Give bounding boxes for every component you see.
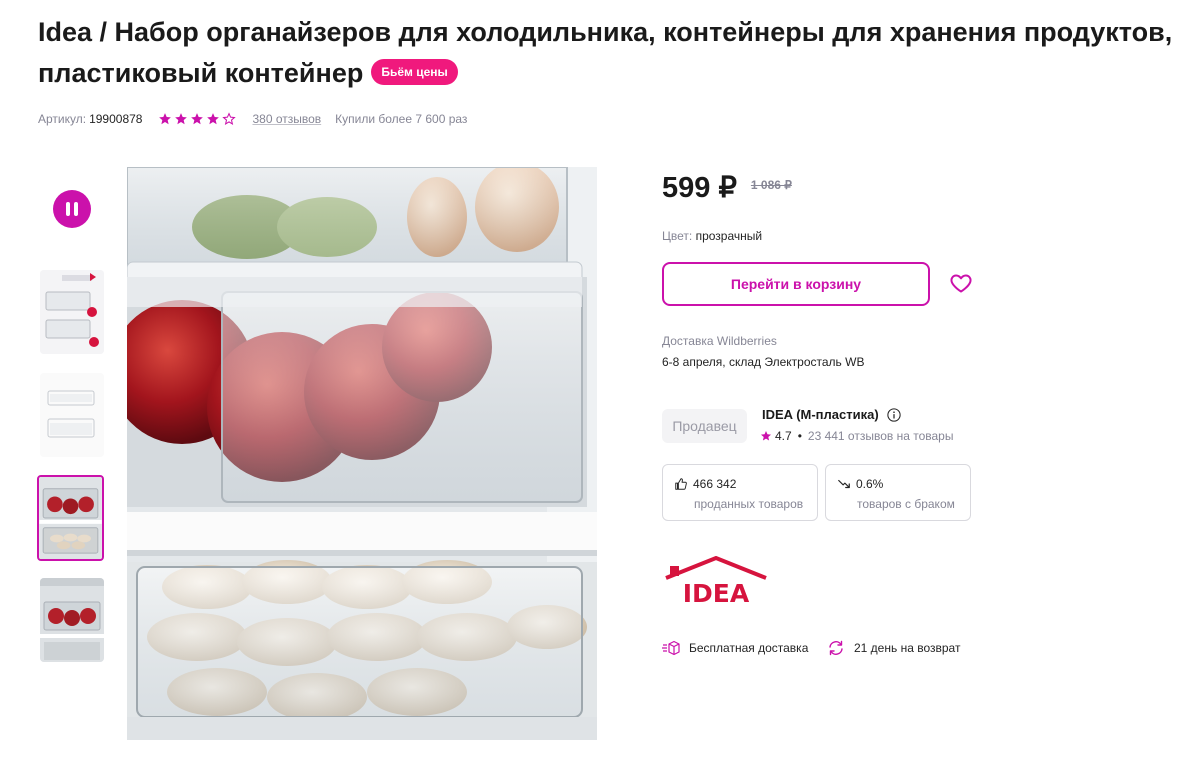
reviews-link[interactable]: 380 отзывов <box>252 112 321 126</box>
product-meta: Артикул: 19900878 380 отзывов Купили бол… <box>38 110 467 128</box>
delivery-label: Доставка Wildberries <box>662 334 777 348</box>
article-label: Артикул: <box>38 112 87 126</box>
thumbnail-image <box>39 477 102 559</box>
seller-reviews: 23 441 отзывов на товары <box>807 429 954 443</box>
old-price: 1 086 ₽ <box>750 178 792 192</box>
defect-stat-card: 0.6% товаров с браком <box>825 464 971 521</box>
info-icon[interactable] <box>887 407 901 422</box>
free-delivery-feature: Бесплатная доставка <box>662 640 808 656</box>
bought-count: Купили более 7 600 раз <box>335 112 468 126</box>
seller-tag: Продавец <box>662 409 747 443</box>
seller-rating-value: 4.7 <box>775 429 792 443</box>
rating-stars <box>158 112 237 126</box>
thumbnail-image <box>40 373 104 457</box>
gallery-thumbnail[interactable] <box>40 578 104 662</box>
delivery-box-icon <box>662 640 680 656</box>
pause-icon <box>66 202 70 216</box>
sold-value: 466 342 <box>693 477 737 491</box>
gallery-thumbnail-active[interactable] <box>37 475 104 561</box>
heart-icon[interactable] <box>949 271 973 295</box>
product-title: Idea / Набор органайзеров для холодильни… <box>38 12 1198 94</box>
seller-name-text[interactable]: IDEA (М-пластика) <box>762 407 879 422</box>
color-value: прозрачный <box>695 229 763 243</box>
thumbnail-image <box>40 578 104 662</box>
brand-logo-text: IDEA <box>683 579 750 604</box>
star-filled-icon <box>159 113 172 125</box>
pause-button[interactable] <box>53 190 91 228</box>
defect-label: товаров с браком <box>857 497 955 511</box>
seller-rating: 4.7 • 23 441 отзывов на товары <box>760 429 953 443</box>
current-price: 599 ₽ <box>662 172 737 204</box>
product-title-text: Idea / Набор органайзеров для холодильни… <box>38 17 1173 88</box>
color-info: Цвет: прозрачный <box>662 229 762 243</box>
product-photo <box>127 167 597 740</box>
sold-label: проданных товаров <box>694 497 804 511</box>
gallery-thumbnail[interactable] <box>40 270 104 354</box>
color-label: Цвет: <box>662 229 693 243</box>
return-feature: 21 день на возврат <box>827 640 960 656</box>
delivery-date: 6-8 апреля, склад Электросталь WB <box>662 355 865 369</box>
star-filled-icon <box>191 113 204 125</box>
return-text: 21 день на возврат <box>854 641 961 655</box>
return-arrows-icon <box>829 640 843 656</box>
trend-down-icon <box>838 479 850 489</box>
price-block: 599 ₽ 1 086 ₽ <box>662 170 792 205</box>
thumbnail-image <box>40 270 104 354</box>
brand-logo[interactable]: IDEA <box>661 556 771 604</box>
free-delivery-text: Бесплатная доставка <box>689 641 809 655</box>
star-filled-icon <box>175 113 188 125</box>
go-to-cart-button[interactable]: Перейти в корзину <box>662 262 930 306</box>
article-value[interactable]: 19900878 <box>89 112 142 126</box>
star-filled-icon <box>207 113 220 125</box>
thumbs-up-icon <box>675 478 687 490</box>
promo-badge[interactable]: Бьём цены <box>371 58 458 85</box>
main-product-image[interactable] <box>127 167 597 740</box>
gallery-thumbnail[interactable] <box>40 373 104 457</box>
sold-stat-card: 466 342 проданных товаров <box>662 464 818 521</box>
star-empty-icon <box>222 112 237 125</box>
seller-name[interactable]: IDEA (М-пластика) <box>762 407 901 422</box>
star-filled-icon <box>761 431 771 441</box>
defect-value: 0.6% <box>856 477 884 491</box>
